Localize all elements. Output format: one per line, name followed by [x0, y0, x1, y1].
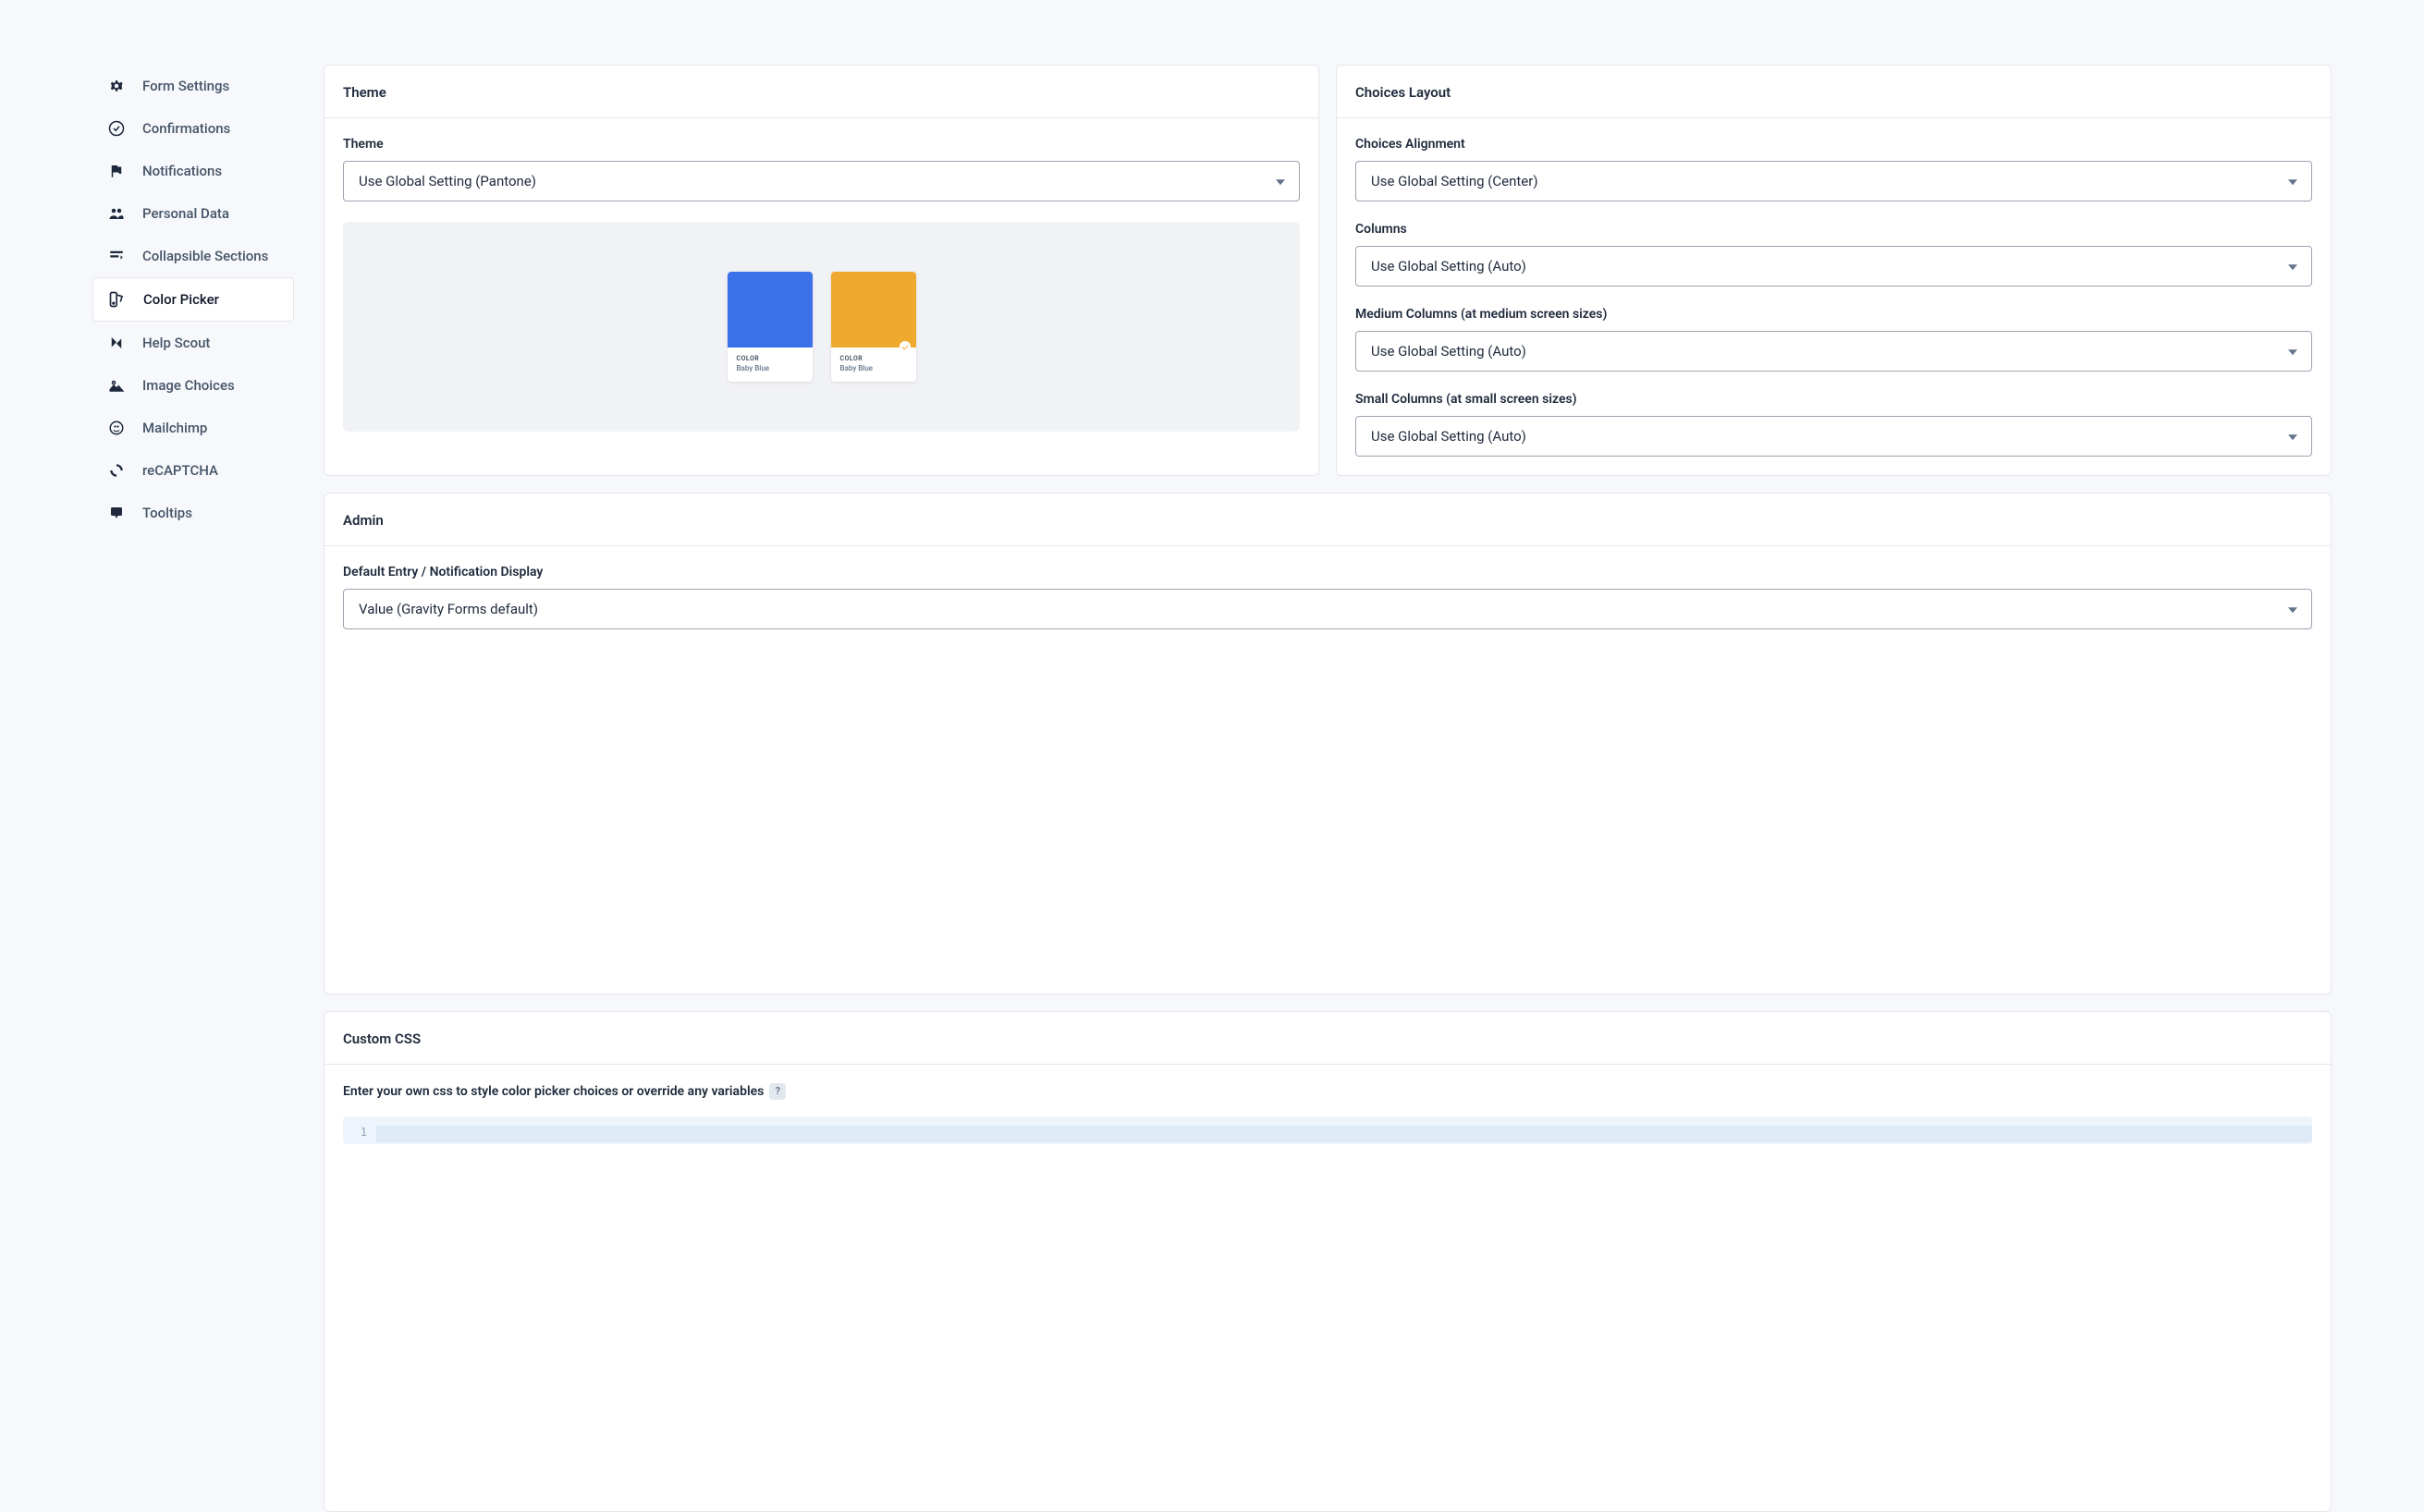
default-display-label: Default Entry / Notification Display: [343, 565, 2312, 579]
sidebar-item-confirmations[interactable]: Confirmations: [92, 107, 294, 150]
sidebar-item-mailchimp[interactable]: Mailchimp: [92, 407, 294, 449]
tooltip-icon: [107, 504, 126, 522]
main-content: Theme Theme Use Global Setting (Pantone)…: [324, 65, 2332, 1512]
choices-alignment-label: Choices Alignment: [1355, 137, 2312, 152]
select-value: Value (Gravity Forms default): [359, 601, 538, 617]
css-editor[interactable]: 1: [343, 1116, 2312, 1144]
theme-label: Theme: [343, 137, 1300, 152]
card-title: Custom CSS: [324, 1012, 2331, 1065]
sidebar-item-label: Form Settings: [142, 78, 229, 94]
sidebar-item-notifications[interactable]: Notifications: [92, 150, 294, 192]
theme-preview: COLOR Baby Blue COLOR Baby Blue: [343, 222, 1300, 432]
columns-label: Columns: [1355, 222, 2312, 237]
sidebar-item-label: Color Picker: [143, 291, 219, 308]
palette-icon: [108, 290, 127, 309]
image-icon: [107, 376, 126, 395]
choices-alignment-select[interactable]: Use Global Setting (Center): [1355, 161, 2312, 201]
card-title: Choices Layout: [1337, 66, 2331, 118]
swatch-card: COLOR Baby Blue: [831, 272, 916, 382]
sidebar-item-collapsible-sections[interactable]: Collapsible Sections: [92, 235, 294, 277]
sidebar-item-label: Image Choices: [142, 377, 235, 394]
swatch-category: COLOR: [840, 355, 907, 362]
sidebar-item-color-picker[interactable]: Color Picker: [92, 277, 294, 322]
recaptcha-icon: [107, 461, 126, 480]
sidebar-item-label: Personal Data: [142, 205, 229, 222]
select-value: Use Global Setting (Auto): [1371, 258, 1526, 274]
medium-columns-select[interactable]: Use Global Setting (Auto): [1355, 331, 2312, 372]
gear-icon: [107, 77, 126, 95]
theme-select[interactable]: Use Global Setting (Pantone): [343, 161, 1300, 201]
sidebar-item-tooltips[interactable]: Tooltips: [92, 492, 294, 534]
flag-icon: [107, 162, 126, 180]
settings-sidebar: Form Settings Confirmations Notification…: [92, 65, 294, 1512]
people-icon: [107, 204, 126, 223]
custom-css-description: Enter your own css to style color picker…: [343, 1084, 764, 1099]
swatch-name: Baby Blue: [840, 364, 907, 372]
code-content[interactable]: [376, 1126, 2312, 1142]
select-value: Use Global Setting (Auto): [1371, 343, 1526, 360]
sidebar-item-label: Notifications: [142, 163, 222, 179]
sections-icon: [107, 247, 126, 265]
custom-css-card: Custom CSS Enter your own css to style c…: [324, 1011, 2332, 1512]
check-circle-icon: [107, 119, 126, 138]
sidebar-item-label: reCAPTCHA: [142, 462, 218, 479]
swatch-color: [728, 272, 813, 348]
card-title: Admin: [324, 494, 2331, 546]
swatch-name: Baby Blue: [737, 364, 803, 372]
sidebar-item-personal-data[interactable]: Personal Data: [92, 192, 294, 235]
sidebar-item-label: Collapsible Sections: [142, 248, 268, 264]
card-title: Theme: [324, 66, 1318, 118]
select-value: Use Global Setting (Pantone): [359, 173, 536, 189]
help-icon[interactable]: ?: [769, 1083, 786, 1100]
mailchimp-icon: [107, 419, 126, 437]
helpscout-icon: [107, 334, 126, 352]
sidebar-item-image-choices[interactable]: Image Choices: [92, 364, 294, 407]
sidebar-item-label: Tooltips: [142, 505, 192, 521]
swatch-card: COLOR Baby Blue: [728, 272, 813, 382]
sidebar-item-recaptcha[interactable]: reCAPTCHA: [92, 449, 294, 492]
swatch-color: [831, 272, 916, 348]
select-value: Use Global Setting (Auto): [1371, 428, 1526, 445]
small-columns-label: Small Columns (at small screen sizes): [1355, 392, 2312, 407]
medium-columns-label: Medium Columns (at medium screen sizes): [1355, 307, 2312, 322]
choices-layout-card: Choices Layout Choices Alignment Use Glo…: [1336, 65, 2332, 476]
sidebar-item-label: Mailchimp: [142, 420, 207, 436]
check-icon: [900, 341, 911, 352]
sidebar-item-help-scout[interactable]: Help Scout: [92, 322, 294, 364]
small-columns-select[interactable]: Use Global Setting (Auto): [1355, 416, 2312, 457]
sidebar-item-label: Confirmations: [142, 120, 230, 137]
swatch-category: COLOR: [737, 355, 803, 362]
admin-card: Admin Default Entry / Notification Displ…: [324, 493, 2332, 994]
sidebar-item-label: Help Scout: [142, 335, 210, 351]
theme-card: Theme Theme Use Global Setting (Pantone)…: [324, 65, 1319, 476]
line-number: 1: [343, 1126, 376, 1142]
sidebar-item-form-settings[interactable]: Form Settings: [92, 65, 294, 107]
select-value: Use Global Setting (Center): [1371, 173, 1538, 189]
default-display-select[interactable]: Value (Gravity Forms default): [343, 589, 2312, 629]
columns-select[interactable]: Use Global Setting (Auto): [1355, 246, 2312, 287]
